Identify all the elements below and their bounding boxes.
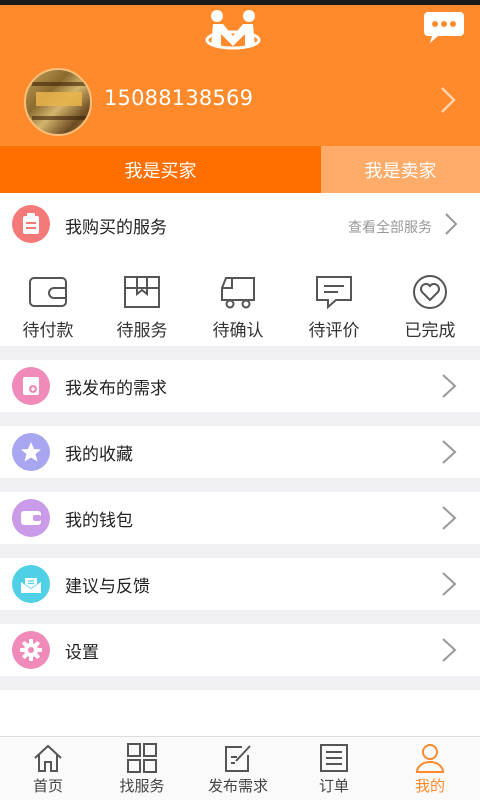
comment-icon (316, 276, 352, 310)
menu-label: 我的收藏 (65, 445, 133, 465)
mail-icon (12, 565, 50, 603)
menu-item-published-needs[interactable]: 我发布的需求 (0, 360, 480, 412)
avatar-detail (32, 116, 86, 120)
phone-number[interactable]: 15088138569 (104, 86, 253, 110)
edit-icon (225, 745, 251, 772)
gear-icon (12, 631, 50, 669)
nav-orders[interactable]: 订单 (286, 743, 382, 796)
role-tabs: 我是买家 我是卖家 (0, 146, 480, 193)
clipboard-icon (12, 205, 50, 243)
tab-buyer[interactable]: 我是买家 (0, 146, 321, 193)
purchased-services-row[interactable]: 我购买的服务 查看全部服务 (0, 193, 480, 255)
chevron-right-icon (442, 440, 457, 464)
nav-mine[interactable]: 我的 (382, 743, 478, 796)
nav-label: 首页 (32, 777, 63, 795)
profile-header: 15088138569 (0, 0, 480, 146)
chevron-right-icon (442, 638, 457, 662)
wallet-icon (29, 277, 67, 307)
chevron-right-icon (442, 506, 457, 530)
view-all-services-link[interactable]: 查看全部服务 (348, 217, 432, 237)
status-pending-confirm[interactable]: 待确认 (190, 274, 286, 341)
status-label: 已完成 (404, 321, 456, 341)
nav-label: 发布需求 (207, 777, 268, 795)
home-icon (34, 744, 62, 772)
status-pending-payment[interactable]: 待付款 (0, 274, 96, 341)
tab-seller[interactable]: 我是卖家 (321, 146, 480, 193)
status-pending-service[interactable]: 待服务 (94, 274, 190, 341)
status-pending-review[interactable]: 待评价 (286, 274, 382, 341)
grid-icon (127, 743, 157, 773)
chevron-right-icon (442, 374, 457, 398)
star-icon (12, 433, 50, 471)
chevron-right-icon[interactable] (438, 86, 458, 114)
menu-item-favorites[interactable]: 我的收藏 (0, 426, 480, 478)
nav-find-service[interactable]: 找服务 (94, 743, 190, 796)
nav-label: 订单 (318, 777, 349, 795)
app-logo-icon (205, 10, 261, 50)
menu-item-wallet[interactable]: 我的钱包 (0, 492, 480, 544)
menu-item-feedback[interactable]: 建议与反馈 (0, 558, 480, 610)
package-icon (124, 276, 160, 308)
publish-icon (12, 367, 50, 405)
content-spacer (0, 690, 480, 736)
status-label: 待评价 (308, 321, 360, 341)
status-label: 待服务 (116, 321, 168, 341)
nav-publish[interactable]: 发布需求 (190, 743, 286, 796)
chevron-right-icon (442, 572, 457, 596)
menu-label: 设置 (65, 643, 99, 663)
truck-icon (221, 277, 255, 309)
nav-label: 找服务 (119, 777, 165, 795)
menu-label: 我发布的需求 (65, 379, 167, 399)
menu-label: 我的钱包 (65, 511, 133, 531)
avatar[interactable] (24, 68, 92, 136)
list-icon (320, 744, 348, 772)
heart-check-icon (413, 275, 447, 309)
status-label: 待付款 (22, 321, 74, 341)
nav-home[interactable]: 首页 (0, 743, 96, 796)
chat-icon[interactable] (424, 10, 464, 44)
user-icon (415, 744, 445, 773)
purchased-services-title: 我购买的服务 (65, 218, 167, 238)
status-completed[interactable]: 已完成 (382, 274, 478, 341)
nav-label: 我的 (414, 777, 445, 795)
avatar-detail (32, 82, 86, 86)
bottom-nav: 首页 找服务 发布需求 订单 我的 (0, 736, 480, 800)
avatar-detail (36, 92, 82, 106)
status-bar (0, 0, 480, 5)
status-label: 待确认 (212, 321, 264, 341)
menu-item-settings[interactable]: 设置 (0, 624, 480, 676)
purchased-services-section: 我购买的服务 查看全部服务 待付款 待服务 待确认 待评价 已完成 (0, 193, 480, 346)
menu-label: 建议与反馈 (65, 577, 150, 597)
chevron-right-icon (445, 213, 458, 235)
wallet-icon (12, 499, 50, 537)
